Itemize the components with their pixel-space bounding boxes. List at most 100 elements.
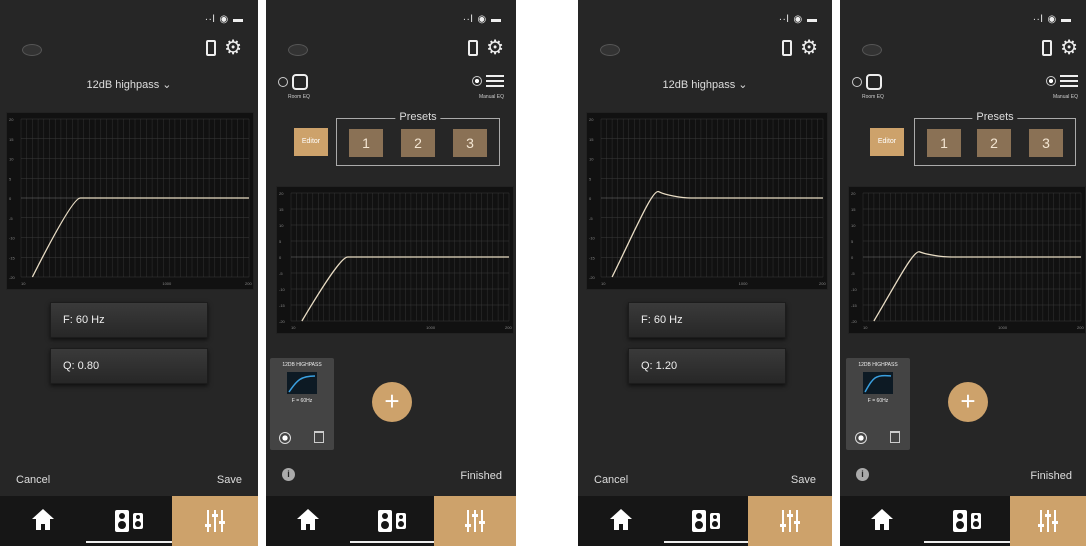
tab-home[interactable] xyxy=(266,496,350,546)
editor-button[interactable]: Editor xyxy=(870,128,904,156)
presets-group: Presets 1 2 3 xyxy=(914,111,1076,166)
cancel-button[interactable]: Cancel xyxy=(594,474,628,486)
x-tick-label: 1000 xyxy=(426,325,436,330)
tab-speakers[interactable] xyxy=(664,496,748,546)
preset-1-button[interactable]: 1 xyxy=(349,129,383,157)
y-tick-label: 0 xyxy=(279,255,282,260)
room-eq-label: Room EQ xyxy=(288,94,310,100)
tab-speakers[interactable] xyxy=(350,496,434,546)
manual-eq-radio[interactable] xyxy=(1046,76,1056,86)
room-eq-radio[interactable] xyxy=(852,77,862,87)
filter-type-dropdown[interactable]: 12dB highpass ⌄ xyxy=(0,78,258,91)
room-eq-option[interactable] xyxy=(852,74,882,90)
finished-button[interactable]: Finished xyxy=(1030,470,1072,482)
preset-3-button[interactable]: 3 xyxy=(453,129,487,157)
frequency-response-chart: 20 15 10 5 0 -5 -10 -15 -20 10 1000 200 xyxy=(276,186,514,334)
frequency-response-chart: 20 15 10 5 0 -5 -10 -15 -20 10 1000 200 xyxy=(586,112,828,290)
brand-logo xyxy=(862,44,882,56)
filter-enable-radio[interactable] xyxy=(279,432,291,444)
finished-button[interactable]: Finished xyxy=(460,470,502,482)
preset-1-button[interactable]: 1 xyxy=(927,129,961,157)
q-field[interactable]: Q: 1.20 xyxy=(628,348,786,384)
filter-enable-radio[interactable] xyxy=(855,432,867,444)
filter-card-frequency: F = 60Hz xyxy=(867,398,889,404)
gear-icon[interactable]: ⚙ xyxy=(224,38,242,58)
phone-icon[interactable] xyxy=(1042,40,1053,56)
y-tick-label: -20 xyxy=(9,275,16,280)
filter-thumbnail xyxy=(863,372,893,394)
preset-2-button[interactable]: 2 xyxy=(401,129,435,157)
tab-eq[interactable] xyxy=(172,496,258,546)
manual-eq-label: Manual EQ xyxy=(478,94,504,100)
filter-card-frequency: F = 60Hz xyxy=(291,398,313,404)
y-tick-label: 15 xyxy=(589,137,594,142)
save-button[interactable]: Save xyxy=(217,474,242,486)
y-tick-label: 5 xyxy=(851,239,854,244)
eq-screen-2: ∙∙l ◉ ▬ ⚙ Room EQ Manual EQ Editor Prese… xyxy=(840,0,1086,546)
filter-card-title: 12DB HIGHPASS xyxy=(858,362,898,368)
tab-home[interactable] xyxy=(578,496,664,546)
save-button[interactable]: Save xyxy=(791,474,816,486)
frequency-field[interactable]: F: 60 Hz xyxy=(50,302,208,338)
y-tick-label: -15 xyxy=(589,255,596,260)
room-eq-icon xyxy=(866,74,882,90)
manual-eq-option[interactable] xyxy=(1046,74,1078,88)
presets-group: Presets 1 2 3 xyxy=(336,111,500,166)
phone-icon[interactable] xyxy=(468,40,479,56)
tab-home[interactable] xyxy=(840,496,924,546)
x-tick-label: 1000 xyxy=(739,281,749,286)
tab-home[interactable] xyxy=(0,496,86,546)
status-bar: ∙∙l ◉ ▬ xyxy=(462,14,502,25)
x-tick-label: 10 xyxy=(21,281,26,286)
tab-speakers[interactable] xyxy=(924,496,1010,546)
add-filter-button[interactable]: + xyxy=(948,382,988,422)
q-field[interactable]: Q: 0.80 xyxy=(50,348,208,384)
y-tick-label: -20 xyxy=(589,275,596,280)
y-tick-label: -10 xyxy=(589,236,596,241)
speaker-icon xyxy=(396,513,406,529)
filter-thumbnail xyxy=(287,372,317,394)
gear-icon[interactable]: ⚙ xyxy=(1060,38,1078,58)
filter-type-dropdown[interactable]: 12dB highpass ⌄ xyxy=(578,78,832,91)
tab-speakers[interactable] xyxy=(86,496,172,546)
filter-screen-2: ∙∙l ◉ ▬ ⚙ 12dB highpass ⌄ 20 15 10 5 0 -5 -10 -… xyxy=(578,0,832,546)
manual-eq-option[interactable] xyxy=(472,74,504,88)
info-icon[interactable]: i xyxy=(282,468,295,481)
y-tick-label: 5 xyxy=(279,239,282,244)
header-icons: ⚙ xyxy=(468,38,504,58)
y-tick-label: -20 xyxy=(851,319,858,324)
add-filter-button[interactable]: + xyxy=(372,382,412,422)
frequency-field[interactable]: F: 60 Hz xyxy=(628,302,786,338)
phone-icon[interactable] xyxy=(782,40,793,56)
y-tick-label: 20 xyxy=(851,191,856,196)
tab-bar xyxy=(266,496,516,546)
filter-card[interactable]: 12DB HIGHPASS F = 60Hz xyxy=(270,358,334,450)
x-tick-label: 200 xyxy=(819,281,826,286)
y-tick-label: -5 xyxy=(279,271,283,276)
preset-2-button[interactable]: 2 xyxy=(977,129,1011,157)
tab-eq[interactable] xyxy=(434,496,516,546)
y-tick-label: 0 xyxy=(589,196,592,201)
y-tick-label: 5 xyxy=(9,176,12,181)
y-tick-label: 10 xyxy=(589,157,594,162)
preset-3-button[interactable]: 3 xyxy=(1029,129,1063,157)
gear-icon[interactable]: ⚙ xyxy=(486,38,504,58)
room-eq-option[interactable] xyxy=(278,74,308,90)
x-tick-label: 200 xyxy=(245,281,252,286)
info-icon[interactable]: i xyxy=(856,468,869,481)
trash-icon[interactable] xyxy=(890,431,900,443)
phone-icon[interactable] xyxy=(206,40,217,56)
room-eq-radio[interactable] xyxy=(278,77,288,87)
status-bar: ∙∙l ◉ ▬ xyxy=(778,14,818,25)
manual-eq-radio[interactable] xyxy=(472,76,482,86)
filter-card[interactable]: 12DB HIGHPASS F = 60Hz xyxy=(846,358,910,450)
cancel-button[interactable]: Cancel xyxy=(16,474,50,486)
sliders-icon xyxy=(486,74,504,88)
trash-icon[interactable] xyxy=(314,431,324,443)
tab-eq[interactable] xyxy=(1010,496,1086,546)
gear-icon[interactable]: ⚙ xyxy=(800,38,818,58)
header-icons: ⚙ xyxy=(1042,38,1078,58)
editor-button[interactable]: Editor xyxy=(294,128,328,156)
room-eq-label: Room EQ xyxy=(862,94,884,100)
tab-eq[interactable] xyxy=(748,496,832,546)
